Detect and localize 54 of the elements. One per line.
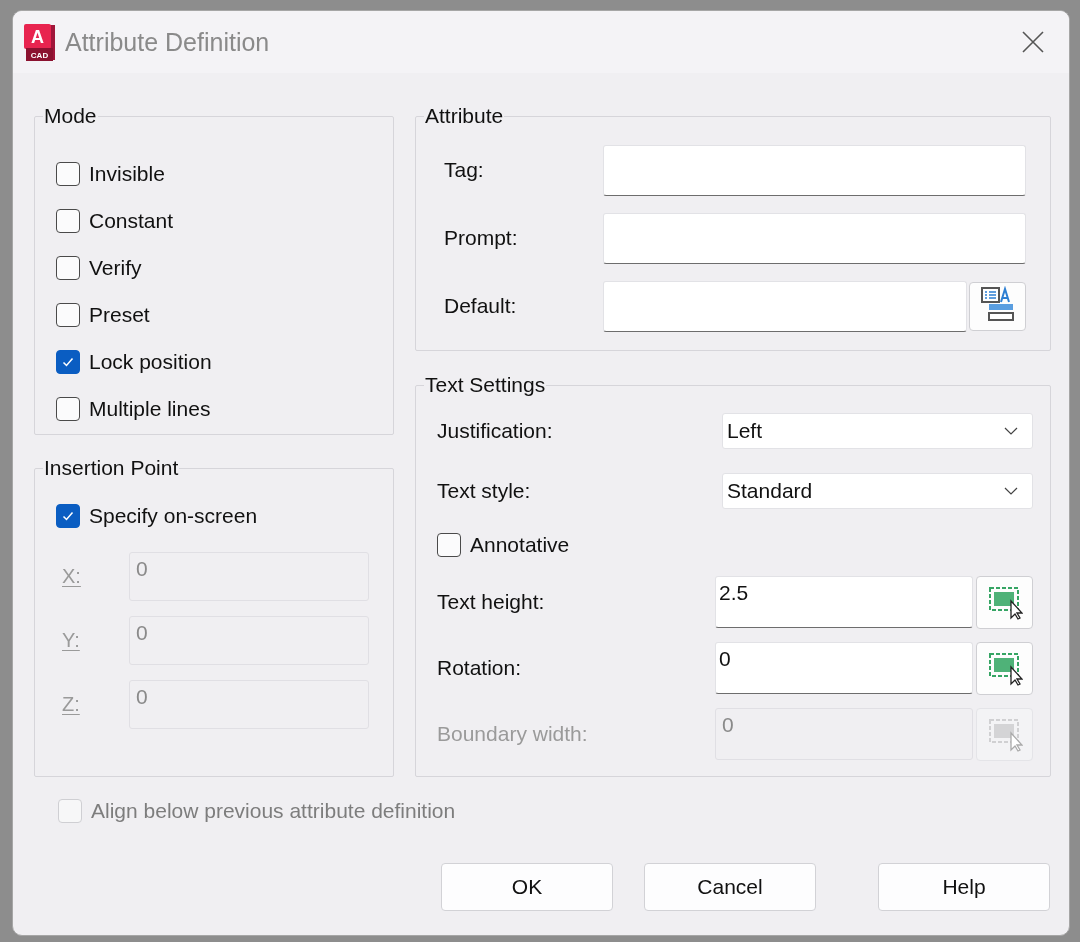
dialog-button[interactable]: OK: [441, 863, 613, 911]
checkbox-label: Lock position: [89, 349, 212, 374]
app-logo-icon: A CAD: [24, 23, 56, 61]
field-label: Default:: [444, 294, 518, 318]
input-field[interactable]: [603, 280, 967, 332]
checkbox[interactable]: [56, 349, 80, 374]
group-title: Text Settings: [424, 373, 547, 397]
input-field[interactable]: [603, 212, 1026, 264]
checkbox-label: Align below previous attribute definition: [91, 799, 456, 823]
checkbox-label: Annotative: [470, 533, 570, 557]
group-title: Insertion Point: [43, 456, 180, 480]
checkbox[interactable]: [56, 504, 80, 528]
pick-point-button[interactable]: [976, 641, 1033, 695]
checkbox[interactable]: [437, 533, 461, 557]
field-label: Text height:: [437, 590, 546, 614]
field-label: X:: [62, 564, 82, 588]
field-label: Tag:: [444, 158, 485, 182]
group-title: Mode: [43, 104, 98, 128]
checkbox-label: Constant: [89, 208, 174, 233]
checkbox[interactable]: [56, 396, 80, 421]
close-icon: [1021, 30, 1045, 54]
field-label: Justification:: [437, 419, 554, 443]
chevron-down-icon: [1004, 427, 1018, 435]
dialog-button[interactable]: Help: [878, 863, 1050, 911]
checkbox[interactable]: [56, 208, 80, 233]
input-field[interactable]: 0: [715, 642, 973, 694]
dropdown[interactable]: Left: [722, 413, 1033, 449]
field-label: Rotation:: [437, 656, 523, 680]
field-label: Boundary width:: [437, 722, 589, 746]
group-title: Attribute: [424, 104, 505, 128]
checkbox-label: Invisible: [89, 161, 165, 186]
checkbox-label: Multiple lines: [89, 396, 211, 421]
checkbox[interactable]: [56, 255, 80, 280]
field-label: Text style:: [437, 479, 532, 503]
dropdown[interactable]: Standard: [722, 473, 1033, 509]
checkbox[interactable]: [56, 302, 80, 327]
checkbox-label: Specify on-screen: [89, 504, 258, 528]
insert-field-button[interactable]: [969, 281, 1026, 331]
input-field[interactable]: 2.5: [715, 576, 973, 628]
checkbox[interactable]: [56, 161, 80, 186]
pick-point-button[interactable]: [976, 575, 1033, 629]
field-label: Z:: [62, 692, 81, 716]
dialog-button[interactable]: Cancel: [644, 863, 816, 911]
input-field[interactable]: [603, 144, 1026, 196]
field-label: Prompt:: [444, 226, 519, 250]
window-title: Attribute Definition: [65, 27, 270, 57]
select-area-cursor-icon: [986, 650, 1023, 686]
select-area-cursor-icon: [986, 584, 1023, 620]
checkbox-label: Verify: [89, 255, 142, 280]
checkbox-label: Preset: [89, 302, 150, 327]
chevron-down-icon: [1004, 487, 1018, 495]
check-icon: [61, 509, 75, 523]
field-label: Y:: [62, 628, 81, 652]
select-area-cursor-icon: [986, 716, 1023, 752]
